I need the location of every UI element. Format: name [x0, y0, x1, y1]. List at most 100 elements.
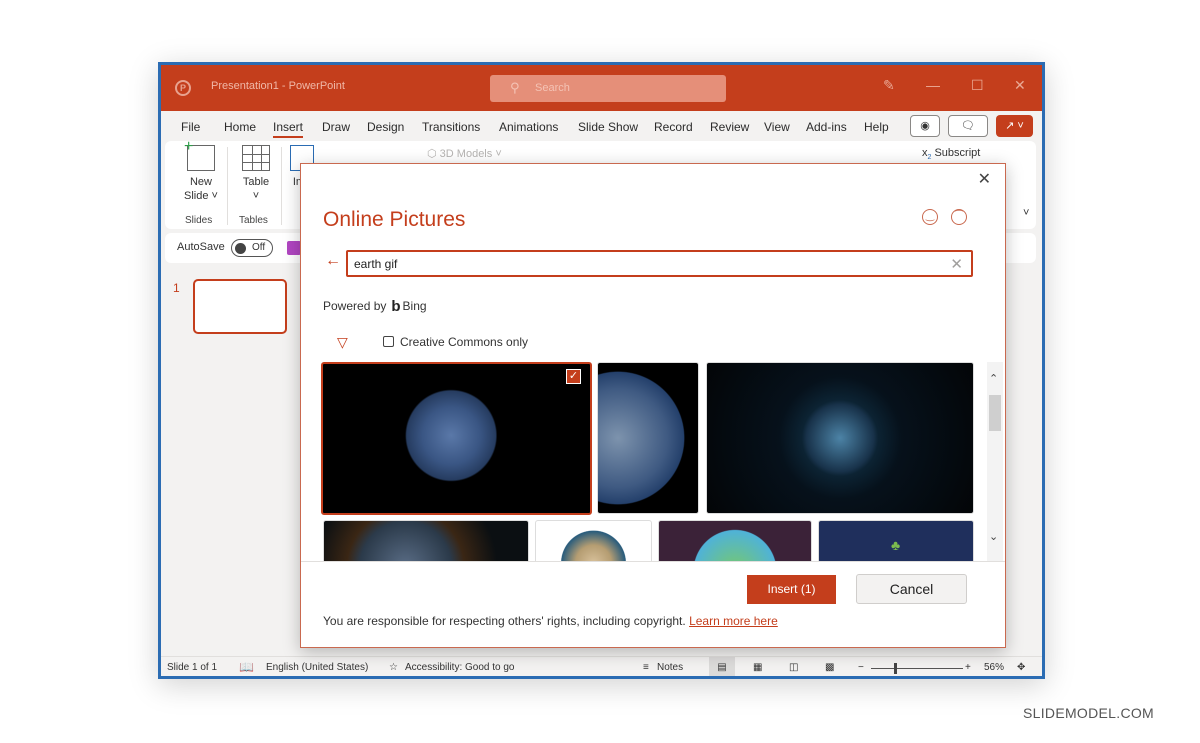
slide-thumbnail[interactable]: [193, 279, 287, 334]
accessibility-status[interactable]: Accessibility: Good to go: [405, 662, 515, 673]
tab-help[interactable]: Help: [864, 120, 889, 134]
provider-name: Bing: [402, 299, 427, 313]
rights-notice: You are responsible for respecting other…: [323, 614, 778, 628]
subscript-icon: x2: [922, 147, 932, 162]
close-window-icon[interactable]: ✕: [1014, 77, 1026, 94]
selected-checkbox-icon[interactable]: ✓: [566, 369, 581, 384]
designer-pen-icon[interactable]: ✎: [883, 77, 895, 94]
slideshow-icon[interactable]: ▩: [825, 662, 834, 673]
cube-icon: ⬡: [427, 148, 437, 160]
search-placeholder: Search: [535, 82, 570, 94]
online-pictures-dialog: ✕ Online Pictures ‿ ⁀ ← earth gif ✕ Powe…: [300, 163, 1006, 648]
ribbon-expand-chevron-icon[interactable]: ˅: [1023, 207, 1029, 219]
filter-icon[interactable]: ▽: [337, 334, 348, 351]
scrollbar-thumb[interactable]: [989, 395, 1001, 431]
results-scrollbar[interactable]: ⌃ ⌄: [987, 362, 1003, 561]
table-chevron: ˅: [252, 190, 260, 202]
powerpoint-logo-icon: P: [175, 80, 191, 96]
new-slide-label-2: Slide ˅: [184, 190, 218, 202]
ribbon-separator: [227, 147, 228, 225]
close-dialog-icon[interactable]: ✕: [978, 169, 991, 189]
tab-transitions[interactable]: Transitions: [422, 120, 480, 134]
creative-commons-checkbox[interactable]: [383, 336, 394, 347]
zoom-slider[interactable]: [871, 663, 963, 674]
footer-divider: [301, 561, 1005, 562]
chevron-down-icon: ˅: [495, 148, 502, 160]
insert-button[interactable]: Insert (1): [747, 575, 836, 604]
notes-icon: ≡: [643, 662, 649, 673]
image-result-4[interactable]: [323, 520, 529, 561]
normal-view-icon[interactable]: ▤: [709, 657, 735, 676]
smile-feedback-icon[interactable]: ‿: [922, 209, 938, 225]
tab-design[interactable]: Design: [367, 120, 404, 134]
status-bar: Slide 1 of 1 📖 English (United States) ☆…: [161, 656, 1042, 676]
tab-record[interactable]: Record: [654, 120, 693, 134]
tab-review[interactable]: Review: [710, 120, 749, 134]
zoom-slider-thumb[interactable]: [894, 663, 897, 674]
image-result-7[interactable]: ♣: [818, 520, 974, 561]
autosave-toggle[interactable]: Off: [231, 239, 273, 257]
table-icon: [242, 145, 270, 171]
comments-button[interactable]: 🗨: [948, 115, 988, 137]
cancel-button[interactable]: Cancel: [856, 574, 967, 604]
zoom-percent[interactable]: 56%: [984, 662, 1004, 673]
notes-button[interactable]: Notes: [657, 662, 683, 673]
window-title: Presentation1 - PowerPoint: [211, 80, 345, 92]
tab-add-ins[interactable]: Add-ins: [806, 120, 847, 134]
scroll-up-icon[interactable]: ⌃: [989, 372, 998, 385]
save-icon[interactable]: [287, 241, 301, 255]
image-search-input[interactable]: earth gif ✕: [346, 250, 973, 277]
powered-by: Powered by b Bing: [323, 298, 427, 315]
bing-logo-icon: b: [391, 298, 401, 315]
plant-icon: ♣: [891, 537, 901, 553]
image-result-3[interactable]: [706, 362, 974, 514]
zoom-in-icon[interactable]: +: [965, 662, 971, 673]
maximize-icon[interactable]: ☐: [971, 77, 984, 94]
scroll-down-icon[interactable]: ⌄: [989, 530, 998, 543]
slide-number: 1: [173, 281, 180, 295]
image-result-5[interactable]: [535, 520, 652, 561]
slide-sorter-icon[interactable]: ▦: [753, 662, 762, 673]
clear-search-icon[interactable]: ✕: [950, 255, 963, 273]
new-slide-button[interactable]: + New Slide ˅: [177, 138, 225, 203]
record-button[interactable]: ◉: [910, 115, 940, 137]
share-icon: ↗ ˅: [1005, 120, 1024, 132]
tab-file[interactable]: File: [181, 120, 200, 134]
tab-animations[interactable]: Animations: [499, 120, 558, 134]
image-results-grid: ✓ ♣: [321, 362, 976, 561]
tab-draw[interactable]: Draw: [322, 120, 350, 134]
tab-insert[interactable]: Insert: [273, 120, 304, 138]
3d-models-button[interactable]: ⬡ 3D Models ˅: [427, 147, 502, 160]
autosave-state: Off: [252, 242, 266, 253]
comment-icon: 🗨: [961, 120, 975, 132]
tab-view[interactable]: View: [764, 120, 790, 134]
tab-home[interactable]: Home: [224, 120, 256, 134]
autosave-label: AutoSave: [177, 241, 225, 253]
new-slide-icon: +: [184, 138, 215, 171]
back-arrow-icon[interactable]: ←: [325, 252, 341, 270]
slide-info: Slide 1 of 1: [167, 662, 218, 673]
frown-feedback-icon[interactable]: ⁀: [951, 209, 967, 225]
learn-more-link[interactable]: Learn more here: [689, 614, 778, 628]
watermark: SLIDEMODEL.COM: [1023, 705, 1154, 721]
image-result-6[interactable]: [658, 520, 812, 561]
reading-view-icon[interactable]: ◫: [789, 662, 798, 673]
language-status[interactable]: English (United States): [266, 662, 368, 673]
share-button[interactable]: ↗ ˅: [996, 115, 1033, 137]
table-button[interactable]: Table ˅: [235, 145, 277, 203]
creative-commons-label[interactable]: Creative Commons only: [400, 335, 528, 349]
spelling-icon[interactable]: 📖: [239, 660, 254, 674]
dialog-title: Online Pictures: [323, 208, 466, 231]
group-tables-caption: Tables: [239, 215, 268, 226]
subscript-button[interactable]: x2 Subscript: [922, 147, 980, 161]
fit-to-window-icon[interactable]: ✥: [1017, 662, 1025, 673]
image-result-2[interactable]: [597, 362, 699, 514]
new-slide-label: New: [189, 176, 212, 188]
minimize-icon[interactable]: —: [926, 77, 940, 93]
record-icon: ◉: [920, 120, 930, 132]
subscript-label: Subscript: [934, 147, 981, 159]
tab-slide-show[interactable]: Slide Show: [578, 120, 638, 134]
zoom-out-icon[interactable]: −: [858, 662, 864, 673]
search-box[interactable]: ⚲ Search: [490, 75, 726, 102]
image-result-1[interactable]: ✓: [321, 362, 592, 515]
